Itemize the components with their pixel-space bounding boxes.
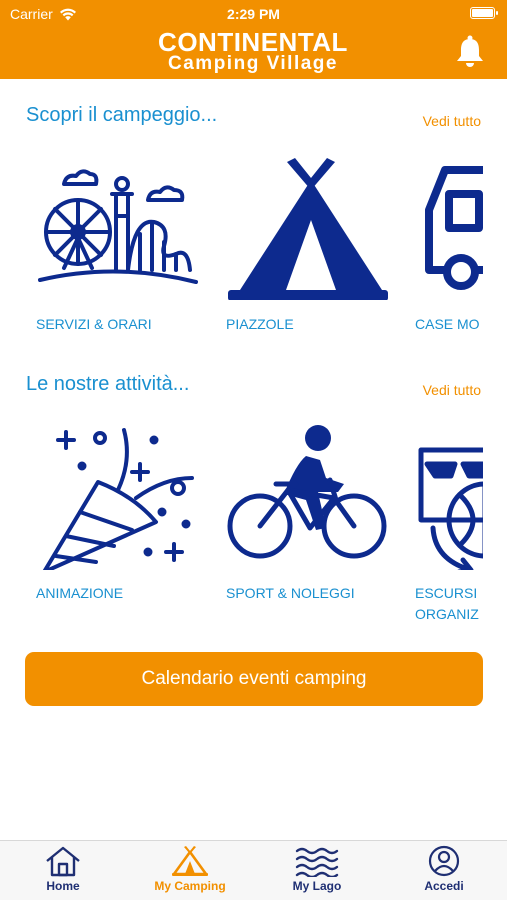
mobile-home-icon xyxy=(425,166,483,290)
status-time: 2:29 PM xyxy=(227,6,280,22)
user-icon xyxy=(428,845,460,877)
logo-title: CONTINENTAL xyxy=(158,27,348,57)
tab-label: My Camping xyxy=(154,879,226,893)
tile-piazzole[interactable]: PIAZZOLE xyxy=(226,150,396,340)
tile-case-mobili[interactable]: CASE MO xyxy=(415,150,483,340)
section-title-campeggio: Scopri il campeggio... xyxy=(26,104,218,126)
logo-subtitle: Camping Village xyxy=(168,53,338,74)
tab-accedi[interactable]: Accedi xyxy=(389,845,499,893)
attivita-carousel[interactable]: ANIMAZIONE SPORT & NOLEGGI ESCURSI ORGAN… xyxy=(0,420,483,630)
tent-icon xyxy=(172,846,208,876)
battery-icon xyxy=(470,7,498,19)
section-title-attivita: Le nostre attività... xyxy=(26,373,190,395)
tile-label: PIAZZOLE xyxy=(226,316,294,332)
tile-label: ANIMAZIONE xyxy=(36,585,124,601)
home-icon xyxy=(46,846,80,877)
tile-label: SPORT & NOLEGGI xyxy=(226,585,355,601)
amusement-park-icon xyxy=(38,169,198,284)
tile-escursioni[interactable]: ESCURSI ORGANIZ xyxy=(415,420,483,630)
waves-icon xyxy=(295,847,339,877)
tile-servizi-orari[interactable]: SERVIZI & ORARI xyxy=(36,150,206,340)
excursion-globe-icon xyxy=(418,447,483,570)
party-popper-icon xyxy=(42,428,194,570)
tab-my-camping[interactable]: My Camping xyxy=(135,845,245,893)
calendario-eventi-button[interactable]: Calendario eventi camping xyxy=(25,652,483,706)
cyclist-icon xyxy=(227,425,387,559)
app-header: Carrier 2:29 PM CONTINENTAL Camping Vill… xyxy=(0,0,507,79)
tile-sport-noleggi[interactable]: SPORT & NOLEGGI xyxy=(226,420,396,630)
tab-label: My Lago xyxy=(292,879,342,893)
tile-label: ESCURSI ORGANIZ xyxy=(415,585,479,622)
app-logo: CONTINENTAL Camping Village xyxy=(150,27,356,74)
status-bar: Carrier 2:29 PM xyxy=(0,0,507,28)
tab-my-lago[interactable]: My Lago xyxy=(262,845,372,893)
bell-icon[interactable] xyxy=(454,34,486,68)
campeggio-carousel[interactable]: SERVIZI & ORARI PIAZZOLE CASE MO xyxy=(0,150,483,340)
tab-home[interactable]: Home xyxy=(8,845,118,893)
tile-label: CASE MO xyxy=(415,316,480,332)
tile-animazione[interactable]: ANIMAZIONE xyxy=(36,420,206,630)
see-all-campeggio-link[interactable]: Vedi tutto xyxy=(423,113,481,129)
tab-bar: Home My Camping My Lago Accedi xyxy=(0,840,507,900)
tent-icon xyxy=(228,158,388,300)
see-all-attivita-link[interactable]: Vedi tutto xyxy=(423,382,481,398)
tile-label: SERVIZI & ORARI xyxy=(36,316,152,332)
tab-label: Accedi xyxy=(424,879,464,893)
tab-label: Home xyxy=(46,879,80,893)
